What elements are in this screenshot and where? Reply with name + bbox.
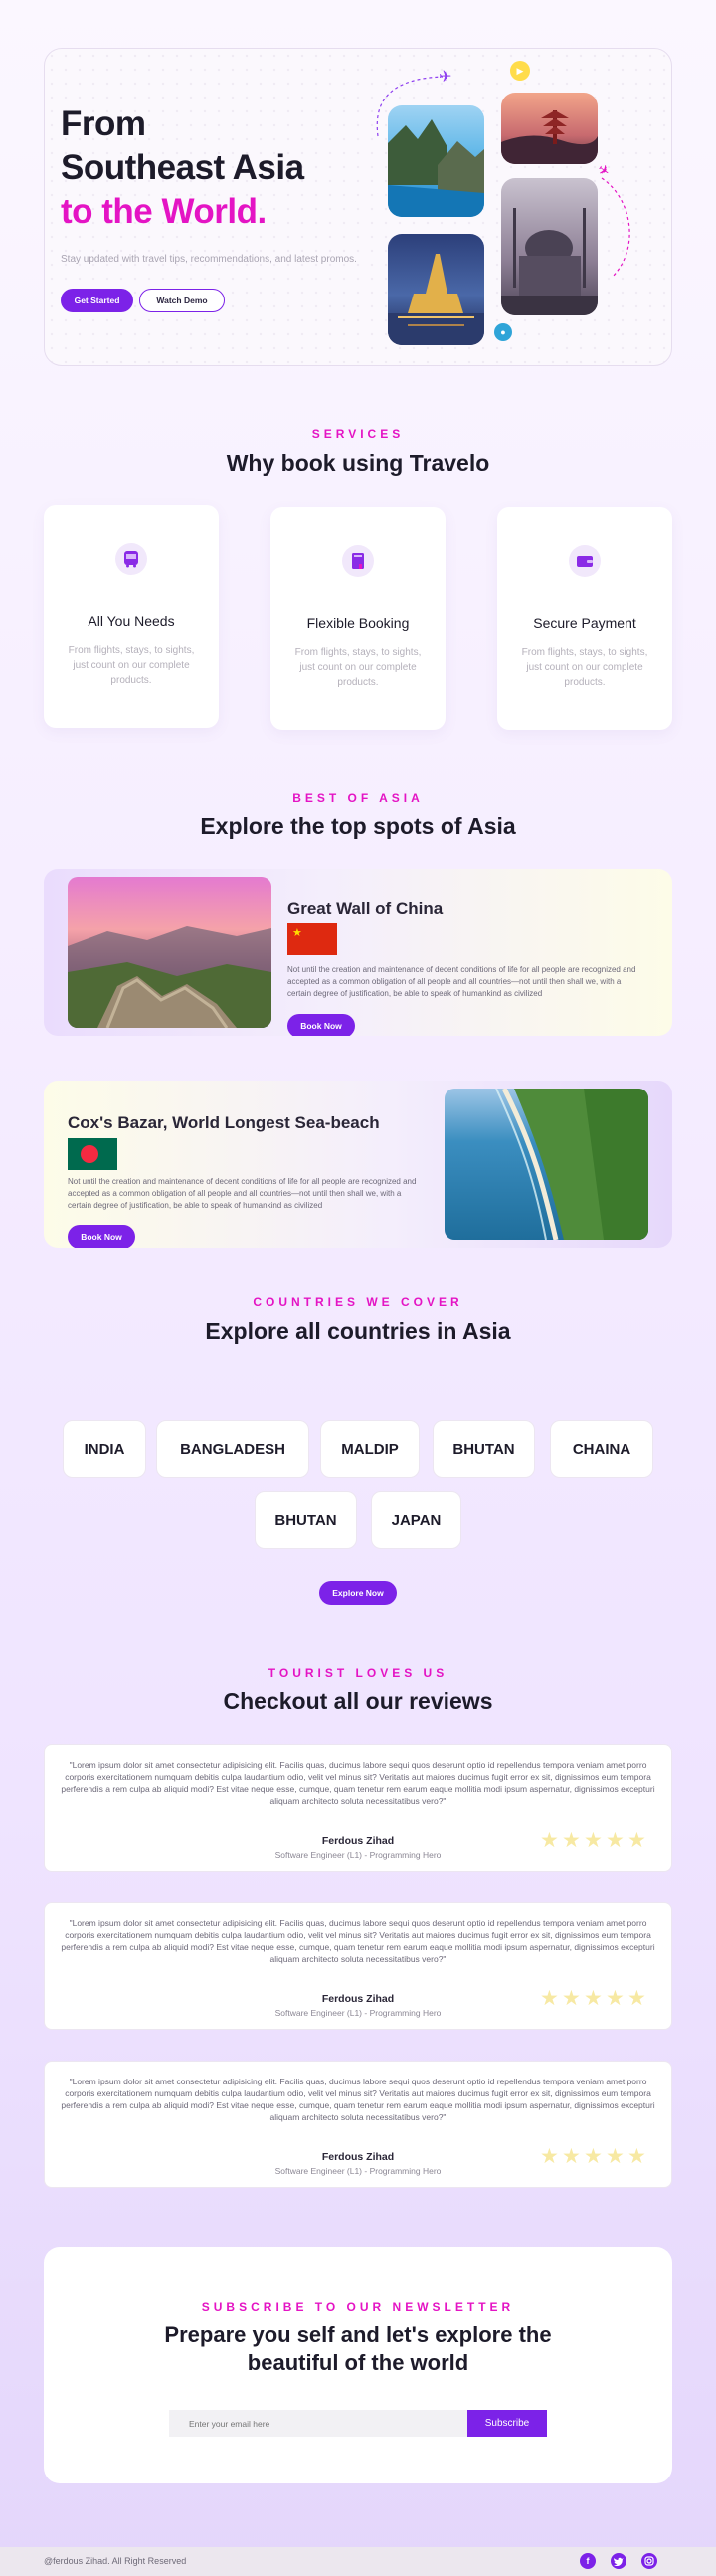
star-icon: ★ bbox=[540, 2145, 559, 2168]
spots-title: Explore the top spots of Asia bbox=[200, 813, 516, 839]
spot-card-china: Great Wall of China ★ Not until the crea… bbox=[44, 869, 672, 1036]
hero-photo-islands bbox=[388, 105, 484, 217]
book-icon bbox=[342, 545, 374, 577]
country-chip[interactable]: CHAINA bbox=[550, 1420, 653, 1478]
service-card: All You Needs From flights, stays, to si… bbox=[44, 505, 219, 728]
china-flag: ★ bbox=[287, 923, 337, 955]
book-now-button[interactable]: Book Now bbox=[68, 1225, 135, 1248]
great-wall-photo bbox=[68, 877, 271, 1028]
review-text: "Lorem ipsum dolor sit amet consectetur … bbox=[61, 1918, 655, 1964]
subscribe-button[interactable]: Subscribe bbox=[467, 2410, 547, 2437]
hero-photo-temple bbox=[388, 234, 484, 345]
spot-title: Cox's Bazar, World Longest Sea-beach bbox=[68, 1113, 380, 1132]
star-icon: ★ bbox=[584, 2145, 603, 2168]
wallet-icon bbox=[569, 545, 601, 577]
star-icon: ★ bbox=[606, 1829, 625, 1852]
star-icon: ★ bbox=[584, 1829, 603, 1852]
country-chip[interactable]: INDIA bbox=[63, 1420, 146, 1478]
hero-card: From Southeast Asia to the World. Stay u… bbox=[44, 48, 672, 366]
rating-stars: ★ ★ ★ ★ ★ bbox=[540, 2145, 647, 2168]
service-title: Secure Payment bbox=[533, 615, 636, 631]
rating-stars: ★ ★ ★ ★ ★ bbox=[540, 1987, 647, 2010]
email-input[interactable] bbox=[169, 2410, 467, 2437]
service-text: From flights, stays, to sights, just cou… bbox=[521, 647, 648, 688]
plane-icon: ✈ bbox=[439, 69, 452, 86]
star-icon: ★ bbox=[627, 1829, 646, 1852]
country-chip[interactable]: BHUTAN bbox=[255, 1491, 357, 1549]
newsletter-kicker: SUBSCRIBE TO OUR NEWSLETTER bbox=[201, 2300, 515, 2314]
star-icon: ★ bbox=[627, 1987, 646, 2010]
instagram-icon[interactable] bbox=[641, 2553, 657, 2569]
star-icon: ★ bbox=[562, 1829, 581, 1852]
rating-stars: ★ ★ ★ ★ ★ bbox=[540, 1829, 647, 1852]
star-icon: ★ bbox=[562, 2145, 581, 2168]
star-icon: ★ bbox=[584, 1987, 603, 2010]
spot-title: Great Wall of China bbox=[287, 899, 444, 918]
countries-title: Explore all countries in Asia bbox=[205, 1318, 511, 1344]
review-card: "Lorem ipsum dolor sit amet consectetur … bbox=[44, 2061, 672, 2188]
newsletter-title-line1: Prepare you self and let's explore the bbox=[164, 2322, 552, 2347]
country-chip[interactable]: BHUTAN bbox=[433, 1420, 535, 1478]
review-card: "Lorem ipsum dolor sit amet consectetur … bbox=[44, 1902, 672, 2030]
service-title: All You Needs bbox=[88, 613, 175, 629]
star-icon: ★ bbox=[627, 2145, 646, 2168]
play-icon[interactable]: ▶ bbox=[510, 61, 530, 81]
spot-text: Not until the creation and maintenance o… bbox=[287, 965, 636, 998]
bangladesh-flag bbox=[68, 1138, 117, 1170]
country-chip[interactable]: MALDIP bbox=[320, 1420, 420, 1478]
reviews-kicker: TOURIST LOVES US bbox=[268, 1666, 448, 1680]
service-title: Flexible Booking bbox=[306, 615, 410, 631]
country-chip[interactable]: JAPAN bbox=[371, 1491, 461, 1549]
countries-kicker: COUNTRIES WE COVER bbox=[253, 1295, 463, 1309]
star-icon: ★ bbox=[540, 1829, 559, 1852]
reviews-title: Checkout all our reviews bbox=[223, 1688, 493, 1714]
svg-text:★: ★ bbox=[292, 926, 302, 939]
review-text: "Lorem ipsum dolor sit amet consectetur … bbox=[61, 2077, 655, 2122]
service-text: From flights, stays, to sights, just cou… bbox=[68, 645, 195, 686]
spots-kicker: BEST OF ASIA bbox=[292, 791, 424, 805]
star-icon: ★ bbox=[540, 1987, 559, 2010]
star-icon: ★ bbox=[606, 2145, 625, 2168]
review-text: "Lorem ipsum dolor sit amet consectetur … bbox=[61, 1760, 655, 1806]
book-now-button[interactable]: Book Now bbox=[287, 1014, 355, 1036]
star-icon: ★ bbox=[606, 1987, 625, 2010]
service-text: From flights, stays, to sights, just cou… bbox=[294, 647, 422, 688]
newsletter-card: SUBSCRIBE TO OUR NEWSLETTER Prepare you … bbox=[44, 2247, 672, 2483]
bus-icon bbox=[115, 543, 147, 575]
coxs-bazar-photo bbox=[445, 1089, 648, 1240]
explore-now-button[interactable]: Explore Now bbox=[319, 1581, 397, 1605]
footer: @ferdous Zihad. All Right Reserved f bbox=[0, 2547, 716, 2576]
hero-photo-pagoda bbox=[501, 93, 598, 164]
service-card: Secure Payment From flights, stays, to s… bbox=[497, 507, 672, 730]
service-card: Flexible Booking From flights, stays, to… bbox=[270, 507, 446, 730]
copyright-text: @ferdous Zihad. All Right Reserved bbox=[44, 2556, 187, 2566]
twitter-icon[interactable] bbox=[611, 2553, 626, 2569]
star-icon: ★ bbox=[562, 1987, 581, 2010]
review-card: "Lorem ipsum dolor sit amet consectetur … bbox=[44, 1744, 672, 1872]
newsletter-title-line2: beautiful of the world bbox=[247, 2350, 469, 2375]
services-title: Why book using Travelo bbox=[226, 450, 490, 476]
services-kicker: SERVICES bbox=[311, 427, 405, 441]
hero-photo-mosque bbox=[501, 178, 598, 315]
location-pin-icon: ● bbox=[494, 323, 512, 341]
facebook-icon[interactable]: f bbox=[580, 2553, 596, 2569]
spot-text: Not until the creation and maintenance o… bbox=[68, 1177, 417, 1210]
spot-card-bangladesh: Cox's Bazar, World Longest Sea-beach Not… bbox=[44, 1081, 672, 1248]
country-chip[interactable]: BANGLADESH bbox=[156, 1420, 309, 1478]
